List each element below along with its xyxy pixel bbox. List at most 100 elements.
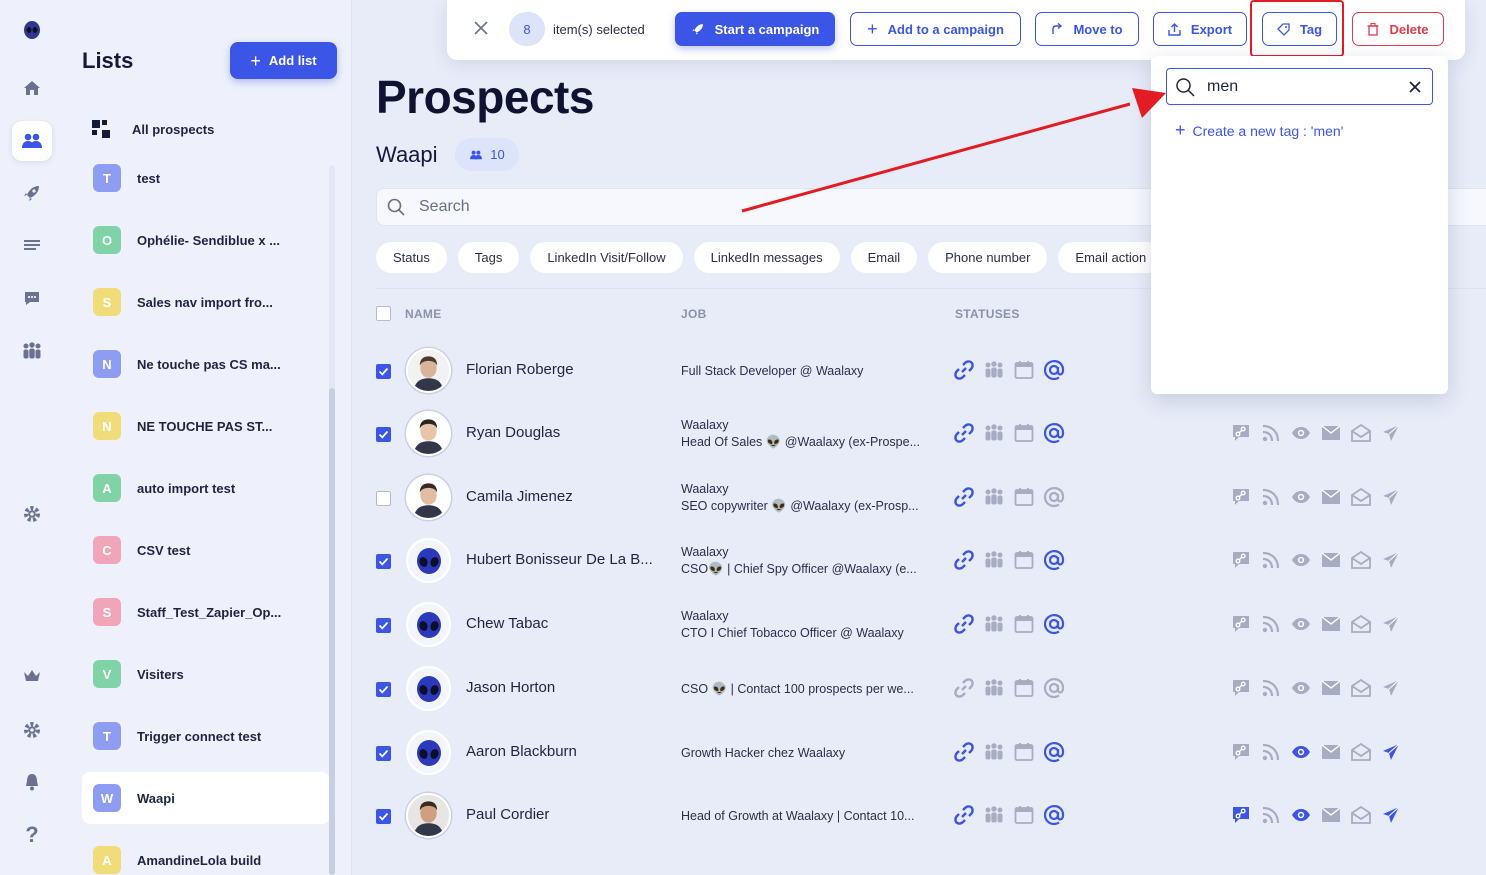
bell-icon[interactable] <box>12 762 52 802</box>
column-header-name[interactable]: NAME <box>405 307 442 321</box>
rss-follow-icon[interactable] <box>1260 549 1282 571</box>
prospect-name[interactable]: Chew Tabac <box>466 615 548 632</box>
avatar[interactable] <box>406 411 451 456</box>
table-row[interactable]: Ryan Douglas Waalaxy Head Of Sales 👽 @Waal… <box>353 402 1486 466</box>
filter-chip[interactable]: LinkedIn messages <box>693 242 840 273</box>
lists-scrollbar-thumb[interactable] <box>329 388 335 875</box>
mail-open-icon[interactable] <box>1350 741 1372 763</box>
list-item[interactable]: T Trigger connect test <box>82 710 330 762</box>
table-row[interactable]: Jason Horton CSO 👽 | Contact 100 prospect… <box>353 657 1486 721</box>
send-icon[interactable] <box>1380 613 1402 635</box>
row-checkbox[interactable] <box>376 554 391 569</box>
rss-follow-icon[interactable] <box>1260 677 1282 699</box>
mail-icon[interactable] <box>1320 677 1342 699</box>
list-item[interactable]: S Staff_Test_Zapier_Op... <box>82 586 330 638</box>
table-row[interactable]: Paul Cordier Head of Growth at Waalaxy | … <box>353 784 1486 848</box>
mail-icon[interactable] <box>1320 422 1342 444</box>
filter-chip[interactable]: LinkedIn Visit/Follow <box>530 242 683 273</box>
column-header-statuses[interactable]: STATUSES <box>955 307 1020 321</box>
tag-search-input[interactable] <box>1207 77 1397 96</box>
linkedin-message-icon[interactable] <box>1230 486 1252 508</box>
linkedin-message-icon[interactable] <box>1230 549 1252 571</box>
settings-icon[interactable] <box>12 494 52 534</box>
avatar[interactable] <box>406 730 451 775</box>
filter-chip[interactable]: Phone number <box>928 242 1048 273</box>
mail-icon[interactable] <box>1320 741 1342 763</box>
start-campaign-button[interactable]: Start a campaign <box>675 12 835 46</box>
linkedin-message-icon[interactable] <box>1230 741 1252 763</box>
close-icon[interactable] <box>472 19 490 37</box>
mail-open-icon[interactable] <box>1350 549 1372 571</box>
delete-button[interactable]: Delete <box>1352 12 1444 46</box>
linkedin-message-icon[interactable] <box>1230 677 1252 699</box>
row-checkbox[interactable] <box>376 427 391 442</box>
row-checkbox[interactable] <box>376 746 391 761</box>
table-row[interactable]: Aaron Blackburn Growth Hacker chez Waalax… <box>353 721 1486 785</box>
prospect-name[interactable]: Ryan Douglas <box>466 424 560 441</box>
send-icon[interactable] <box>1380 677 1402 699</box>
send-icon[interactable] <box>1380 741 1402 763</box>
row-checkbox[interactable] <box>376 809 391 824</box>
list-item[interactable]: S Sales nav import fro... <box>82 276 330 328</box>
mail-open-icon[interactable] <box>1350 613 1372 635</box>
avatar[interactable] <box>406 348 451 393</box>
prospect-name[interactable]: Paul Cordier <box>466 806 549 823</box>
avatar[interactable] <box>406 666 451 711</box>
list-icon[interactable] <box>12 225 52 265</box>
filter-chip[interactable]: Tags <box>457 242 520 273</box>
send-icon[interactable] <box>1380 804 1402 826</box>
mail-icon[interactable] <box>1320 804 1342 826</box>
eye-visit-icon[interactable] <box>1290 804 1312 826</box>
prospect-name[interactable]: Camila Jimenez <box>466 488 573 505</box>
filter-chip[interactable]: Email action <box>1058 242 1164 273</box>
linkedin-message-icon[interactable] <box>1230 422 1252 444</box>
add-list-button[interactable]: + Add list <box>230 42 337 79</box>
list-item[interactable]: O Ophélie- Sendiblue x ... <box>82 214 330 266</box>
avatar[interactable] <box>406 538 451 583</box>
list-item[interactable]: Ttest <box>82 152 330 204</box>
rss-follow-icon[interactable] <box>1260 613 1282 635</box>
mail-open-icon[interactable] <box>1350 422 1372 444</box>
eye-visit-icon[interactable] <box>1290 549 1312 571</box>
avatar[interactable] <box>406 793 451 838</box>
all-prospects-item[interactable]: All prospects <box>92 120 214 138</box>
search-input[interactable] <box>419 198 1019 216</box>
row-checkbox[interactable] <box>376 682 391 697</box>
prospect-name[interactable]: Aaron Blackburn <box>466 743 577 760</box>
crown-icon[interactable] <box>12 656 52 696</box>
send-icon[interactable] <box>1380 549 1402 571</box>
mail-icon[interactable] <box>1320 486 1342 508</box>
list-item[interactable]: C CSV test <box>82 524 330 576</box>
filter-chip[interactable]: Email <box>850 242 918 273</box>
mail-icon[interactable] <box>1320 613 1342 635</box>
row-checkbox[interactable] <box>376 364 391 379</box>
rss-follow-icon[interactable] <box>1260 422 1282 444</box>
prospect-name[interactable]: Jason Horton <box>466 679 555 696</box>
avatar[interactable] <box>406 602 451 647</box>
mail-icon[interactable] <box>1320 549 1342 571</box>
create-tag-option[interactable]: + Create a new tag : 'men' <box>1175 120 1343 141</box>
clear-icon[interactable] <box>1408 80 1422 94</box>
mail-open-icon[interactable] <box>1350 486 1372 508</box>
add-to-campaign-button[interactable]: + Add to a campaign <box>850 12 1021 46</box>
list-item[interactable]: Aauto import test <box>82 462 330 514</box>
eye-visit-icon[interactable] <box>1290 422 1312 444</box>
prospect-name[interactable]: Hubert Bonisseur De La B... <box>466 551 653 568</box>
linkedin-message-icon[interactable] <box>1230 804 1252 826</box>
linkedin-message-icon[interactable] <box>1230 613 1252 635</box>
eye-visit-icon[interactable] <box>1290 486 1312 508</box>
eye-visit-icon[interactable] <box>1290 613 1312 635</box>
list-item[interactable]: N Ne touche pas CS ma... <box>82 338 330 390</box>
prospect-name[interactable]: Florian Roberge <box>466 361 574 378</box>
chat-icon[interactable] <box>12 278 52 318</box>
select-all-checkbox[interactable] <box>376 306 391 321</box>
team-icon[interactable] <box>12 331 52 371</box>
mail-open-icon[interactable] <box>1350 804 1372 826</box>
filter-chip[interactable]: Status <box>376 242 447 273</box>
avatar[interactable] <box>406 475 451 520</box>
gear-icon[interactable] <box>12 710 52 750</box>
alien-logo-icon[interactable] <box>12 10 52 50</box>
list-item[interactable]: A AmandineLola build <box>82 834 330 875</box>
list-item[interactable]: V Visiters <box>82 648 330 700</box>
row-checkbox[interactable] <box>376 618 391 633</box>
